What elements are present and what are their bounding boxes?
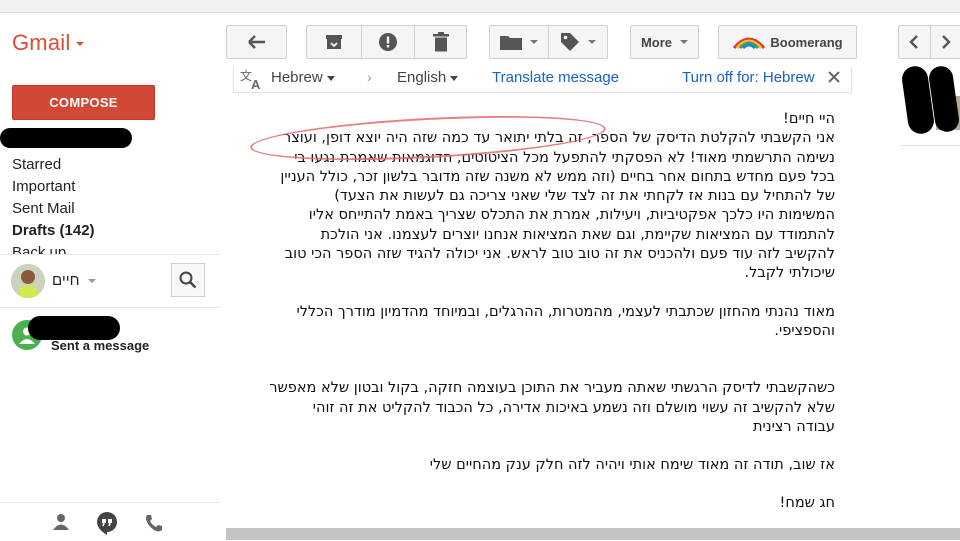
- boomerang-label: Boomerang: [770, 34, 843, 50]
- nav-important[interactable]: Important: [12, 178, 75, 195]
- label-icon: [561, 33, 579, 51]
- spam-icon: [379, 33, 397, 51]
- message-line: להקשיב לזה עוד פעם ולהכניס את זה טוב טוב…: [284, 246, 835, 263]
- hangouts-search-button[interactable]: [171, 263, 205, 297]
- message-line: חג שמח!: [779, 495, 835, 512]
- message-line: שיכולתי לקבל.: [744, 265, 835, 282]
- translate-bar: 文A Hebrew › English Translate message Tu…: [233, 67, 852, 93]
- message-line: והספציפי.: [774, 322, 835, 339]
- delete-button[interactable]: [415, 26, 466, 58]
- hangouts-footer: [0, 502, 220, 541]
- person-icon[interactable]: [52, 513, 70, 536]
- hangouts-user-menu[interactable]: חיים: [52, 272, 96, 289]
- sidebar-divider: [0, 254, 220, 255]
- more-label: More: [640, 34, 673, 50]
- archive-button[interactable]: [306, 26, 361, 58]
- reply-icon: [247, 35, 265, 49]
- phone-icon[interactable]: [144, 513, 164, 538]
- right-panel-divider: [900, 145, 960, 146]
- folder-icon: [499, 36, 522, 50]
- message-line: של להתחיל עם בנות אז לקחתי את זה לצד שלי…: [334, 188, 835, 205]
- top-strip: [0, 0, 960, 13]
- boomerang-button[interactable]: Boomerang: [718, 25, 857, 59]
- newer-button[interactable]: [898, 26, 930, 58]
- boomerang-icon: [733, 37, 766, 50]
- target-language-label: English: [397, 69, 447, 86]
- compose-label: COMPOSE: [49, 95, 118, 110]
- message-line: אז שוב, תודה זה מאוד שימח אותי ויהיה לזה…: [429, 457, 835, 474]
- older-button[interactable]: [931, 26, 960, 58]
- move-to-button[interactable]: [489, 26, 548, 58]
- message-line: כשהקשבתי לדיסק הרגשתי שאתה מעביר את התוכ…: [269, 380, 835, 397]
- message-line: להתמודד עם המציאות שקיימת, וגם שאת המציא…: [320, 226, 835, 243]
- sidebar-divider: [0, 307, 220, 308]
- translate-icon: 文A: [239, 68, 267, 94]
- compose-button[interactable]: COMPOSE: [12, 85, 155, 120]
- svg-text:A: A: [251, 77, 261, 90]
- message-line: עבודה רצינית: [752, 418, 835, 435]
- caret-down-icon: [680, 40, 689, 44]
- hangouts-user-name: חיים: [52, 272, 80, 289]
- chevron-left-icon: [909, 35, 918, 49]
- nav-back-up[interactable]: Back up: [12, 244, 66, 254]
- source-language-select[interactable]: Hebrew: [271, 69, 335, 86]
- source-language-label: Hebrew: [271, 69, 323, 86]
- message-line: המשימות היו כלכך אפקטיביות, ויעילות, אמר…: [308, 207, 835, 224]
- message-body: היי חיים! אני הקשבתי להקלטת הדיסק של הספ…: [262, 110, 835, 514]
- gmail-logo-text: Gmail: [12, 30, 71, 55]
- hangouts-status: Sent a message: [51, 338, 150, 353]
- nav-drafts[interactable]: Drafts (142): [12, 222, 95, 239]
- gmail-logo-menu[interactable]: Gmail: [12, 30, 85, 56]
- redaction-mark: [28, 316, 120, 340]
- nav-starred[interactable]: Starred: [12, 156, 61, 173]
- message-line: מאוד נהנתי מהחזון שכתבתי לעצמי, מהמטרות,…: [296, 303, 835, 320]
- target-language-select[interactable]: English: [397, 69, 459, 86]
- user-photo: [11, 264, 45, 298]
- archive-icon: [325, 35, 342, 49]
- turn-off-translation-link[interactable]: Turn off for: Hebrew: [682, 69, 815, 86]
- hangouts-icon[interactable]: [96, 511, 118, 540]
- caret-down-icon: [76, 42, 85, 47]
- caret-down-icon: [529, 40, 538, 44]
- delete-icon: [432, 32, 449, 52]
- back-button[interactable]: [226, 25, 287, 59]
- search-icon: [179, 271, 197, 289]
- message-line: בכל פעם מחדש בתחום אחר בחיים (וזה ממש לא…: [280, 168, 835, 185]
- horizontal-scrollbar[interactable]: [226, 528, 960, 540]
- nav-sent-mail[interactable]: Sent Mail: [12, 200, 75, 217]
- avatar[interactable]: [11, 264, 45, 298]
- message-line: שלא להקשיב זה עשוי מושלם וזה נשמע באיכות…: [312, 399, 835, 416]
- labels-button[interactable]: [549, 26, 607, 58]
- caret-down-icon: [87, 278, 96, 283]
- arrow-right-icon: ›: [367, 69, 372, 85]
- nav-scroll-clip: Back up: [0, 240, 210, 254]
- caret-down-icon: [450, 75, 459, 81]
- caret-down-icon: [588, 40, 596, 44]
- caret-down-icon: [326, 75, 335, 81]
- redaction-mark: [0, 128, 132, 148]
- translate-message-link[interactable]: Translate message: [492, 69, 619, 86]
- close-icon[interactable]: [828, 70, 840, 87]
- report-spam-button[interactable]: [362, 26, 414, 58]
- chevron-right-icon: [942, 35, 951, 49]
- more-button[interactable]: More: [630, 25, 699, 59]
